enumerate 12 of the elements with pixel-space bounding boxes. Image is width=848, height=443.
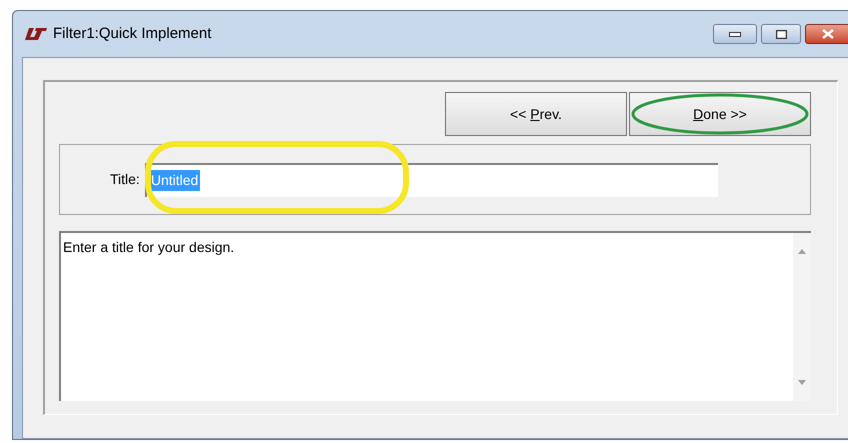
close-button[interactable] — [805, 24, 848, 44]
close-icon — [822, 29, 834, 39]
minimize-icon — [729, 32, 741, 36]
nav-button[interactable]: << Prev. — [445, 92, 627, 136]
title-label: Title: — [110, 170, 140, 189]
description-text: Enter a title for your design. — [62, 238, 236, 257]
nav-button[interactable]: Done >> — [629, 92, 811, 136]
maximize-button[interactable] — [761, 24, 801, 44]
window-title: Filter1:Quick Implement — [53, 24, 212, 44]
logo-icon — [25, 28, 47, 40]
maximize-icon — [776, 30, 786, 38]
minimize-button[interactable] — [713, 24, 757, 44]
